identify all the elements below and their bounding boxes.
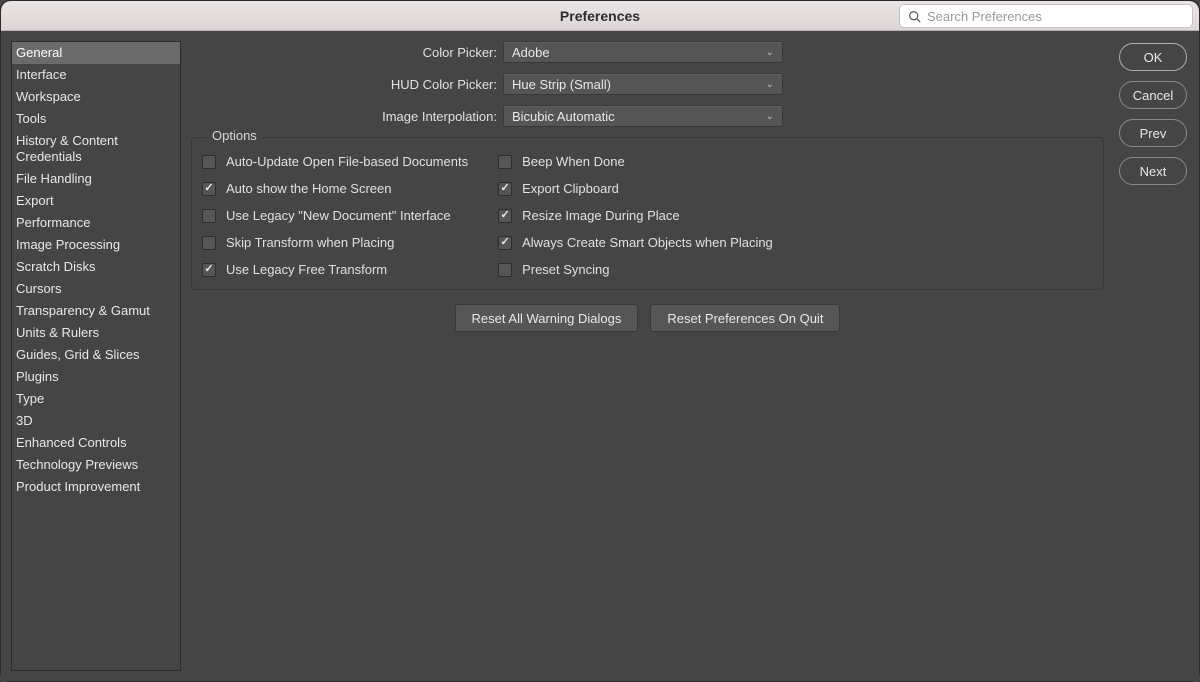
category-sidebar: GeneralInterfaceWorkspaceToolsHistory & … [11, 41, 181, 671]
checkbox-label: Resize Image During Place [522, 208, 680, 223]
checkbox[interactable] [202, 182, 216, 196]
ok-button[interactable]: OK [1119, 43, 1187, 71]
ok-label: OK [1144, 50, 1163, 65]
option-row: Use Legacy Free Transform [202, 262, 468, 277]
cancel-label: Cancel [1133, 88, 1173, 103]
cancel-button[interactable]: Cancel [1119, 81, 1187, 109]
chevron-down-icon: ⌄ [766, 79, 774, 90]
sidebar-item-transparency-gamut[interactable]: Transparency & Gamut [12, 300, 180, 322]
checkbox-label: Preset Syncing [522, 262, 609, 277]
sidebar-item-file-handling[interactable]: File Handling [12, 168, 180, 190]
prev-button[interactable]: Prev [1119, 119, 1187, 147]
sidebar-item-scratch-disks[interactable]: Scratch Disks [12, 256, 180, 278]
checkbox-label: Beep When Done [522, 154, 625, 169]
checkbox[interactable] [202, 236, 216, 250]
checkbox-label: Use Legacy "New Document" Interface [226, 208, 451, 223]
sidebar-item-technology-previews[interactable]: Technology Previews [12, 454, 180, 476]
sidebar-item-performance[interactable]: Performance [12, 212, 180, 234]
sidebar-item-tools[interactable]: Tools [12, 108, 180, 130]
checkbox-label: Use Legacy Free Transform [226, 262, 387, 277]
hud-color-picker-value: Hue Strip (Small) [512, 77, 611, 92]
reset-warnings-label: Reset All Warning Dialogs [472, 311, 622, 326]
sidebar-item-image-processing[interactable]: Image Processing [12, 234, 180, 256]
sidebar-item-guides-grid-slices[interactable]: Guides, Grid & Slices [12, 344, 180, 366]
sidebar-item-enhanced-controls[interactable]: Enhanced Controls [12, 432, 180, 454]
sidebar-item-history-content-credentials[interactable]: History & Content Credentials [12, 130, 180, 168]
image-interpolation-label: Image Interpolation: [191, 109, 503, 124]
checkbox[interactable] [498, 182, 512, 196]
sidebar-item-product-improvement[interactable]: Product Improvement [12, 476, 180, 498]
option-row: Export Clipboard [498, 181, 773, 196]
color-picker-dropdown[interactable]: Adobe ⌄ [503, 41, 783, 63]
option-row: Auto-Update Open File-based Documents [202, 154, 468, 169]
color-picker-value: Adobe [512, 45, 550, 60]
option-row: Beep When Done [498, 154, 773, 169]
option-row: Use Legacy "New Document" Interface [202, 208, 468, 223]
checkbox-label: Export Clipboard [522, 181, 619, 196]
sidebar-item-cursors[interactable]: Cursors [12, 278, 180, 300]
sidebar-item-plugins[interactable]: Plugins [12, 366, 180, 388]
checkbox[interactable] [498, 155, 512, 169]
sidebar-item-workspace[interactable]: Workspace [12, 86, 180, 108]
sidebar-item-type[interactable]: Type [12, 388, 180, 410]
checkbox[interactable] [202, 263, 216, 277]
search-input[interactable] [927, 9, 1184, 24]
option-row: Preset Syncing [498, 262, 773, 277]
checkbox[interactable] [498, 236, 512, 250]
next-button[interactable]: Next [1119, 157, 1187, 185]
reset-warnings-button[interactable]: Reset All Warning Dialogs [455, 304, 639, 332]
image-interpolation-dropdown[interactable]: Bicubic Automatic ⌄ [503, 105, 783, 127]
reset-on-quit-button[interactable]: Reset Preferences On Quit [650, 304, 840, 332]
checkbox[interactable] [202, 209, 216, 223]
checkbox-label: Skip Transform when Placing [226, 235, 394, 250]
prev-label: Prev [1140, 126, 1167, 141]
option-row: Resize Image During Place [498, 208, 773, 223]
titlebar: Preferences [1, 1, 1199, 31]
window-title: Preferences [560, 8, 640, 24]
options-legend: Options [206, 128, 263, 143]
hud-color-picker-label: HUD Color Picker: [191, 77, 503, 92]
sidebar-item-3d[interactable]: 3D [12, 410, 180, 432]
checkbox-label: Always Create Smart Objects when Placing [522, 235, 773, 250]
checkbox[interactable] [202, 155, 216, 169]
checkbox-label: Auto-Update Open File-based Documents [226, 154, 468, 169]
chevron-down-icon: ⌄ [766, 111, 774, 122]
search-field[interactable] [899, 4, 1193, 28]
sidebar-item-general[interactable]: General [12, 42, 180, 64]
sidebar-item-export[interactable]: Export [12, 190, 180, 212]
sidebar-item-units-rulers[interactable]: Units & Rulers [12, 322, 180, 344]
option-row: Auto show the Home Screen [202, 181, 468, 196]
color-picker-label: Color Picker: [191, 45, 503, 60]
next-label: Next [1140, 164, 1167, 179]
search-icon [908, 10, 921, 23]
reset-on-quit-label: Reset Preferences On Quit [667, 311, 823, 326]
option-row: Always Create Smart Objects when Placing [498, 235, 773, 250]
options-group: Options Auto-Update Open File-based Docu… [191, 137, 1104, 290]
option-row: Skip Transform when Placing [202, 235, 468, 250]
sidebar-item-interface[interactable]: Interface [12, 64, 180, 86]
checkbox[interactable] [498, 209, 512, 223]
hud-color-picker-dropdown[interactable]: Hue Strip (Small) ⌄ [503, 73, 783, 95]
checkbox[interactable] [498, 263, 512, 277]
checkbox-label: Auto show the Home Screen [226, 181, 391, 196]
chevron-down-icon: ⌄ [766, 47, 774, 58]
image-interpolation-value: Bicubic Automatic [512, 109, 615, 124]
